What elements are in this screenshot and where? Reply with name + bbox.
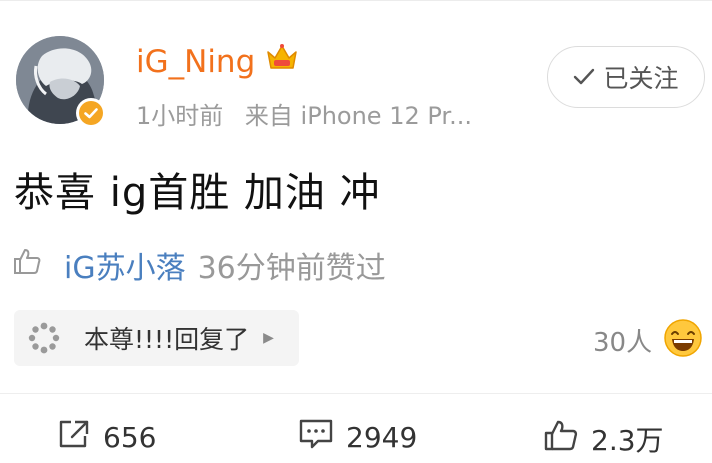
post-source[interactable]: 来自 iPhone 12 Pr...	[245, 102, 472, 130]
actions-divider	[0, 393, 712, 394]
top-divider	[0, 0, 712, 1]
liked-by-line: iG苏小落 36分钟前赞过	[12, 243, 386, 287]
liked-by-user-link[interactable]: iG苏小落	[64, 243, 186, 287]
follow-button[interactable]: 已关注	[547, 46, 705, 108]
like-count: 2.3万	[591, 423, 664, 457]
liked-by-text: 36分钟前赞过	[197, 251, 386, 286]
reaction-count[interactable]: 30人	[593, 322, 652, 359]
verified-badge-icon	[76, 98, 106, 128]
laughing-emoji-icon[interactable]	[663, 318, 703, 358]
crown-badge-icon[interactable]	[265, 42, 299, 82]
comment-count: 2949	[346, 421, 418, 454]
comment-icon	[298, 418, 334, 457]
share-icon	[57, 418, 91, 457]
post-text: 恭喜 ig首胜 加油 冲	[14, 170, 381, 216]
thumbs-up-outline-icon	[12, 246, 42, 284]
check-icon	[573, 63, 595, 92]
post-time: 1小时前	[136, 102, 224, 130]
author-name-text[interactable]: iG_Ning	[136, 44, 255, 80]
thumbs-up-icon	[543, 418, 579, 459]
reply-chip-text: 本尊!!!!回复了	[84, 325, 250, 354]
follow-button-label: 已关注	[603, 64, 679, 93]
author-name[interactable]: iG_Ning	[136, 42, 299, 82]
share-count: 656	[103, 421, 157, 454]
share-button[interactable]: 656	[57, 418, 156, 457]
like-button[interactable]: 2.3万	[543, 418, 664, 459]
reply-chip[interactable]: 本尊!!!!回复了 ▶	[14, 310, 299, 366]
triangle-right-icon: ▶	[263, 330, 274, 346]
post-meta: 1小时前 来自 iPhone 12 Pr...	[136, 96, 472, 131]
comment-button[interactable]: 2949	[298, 418, 417, 457]
spinner-dots-icon	[14, 321, 74, 355]
